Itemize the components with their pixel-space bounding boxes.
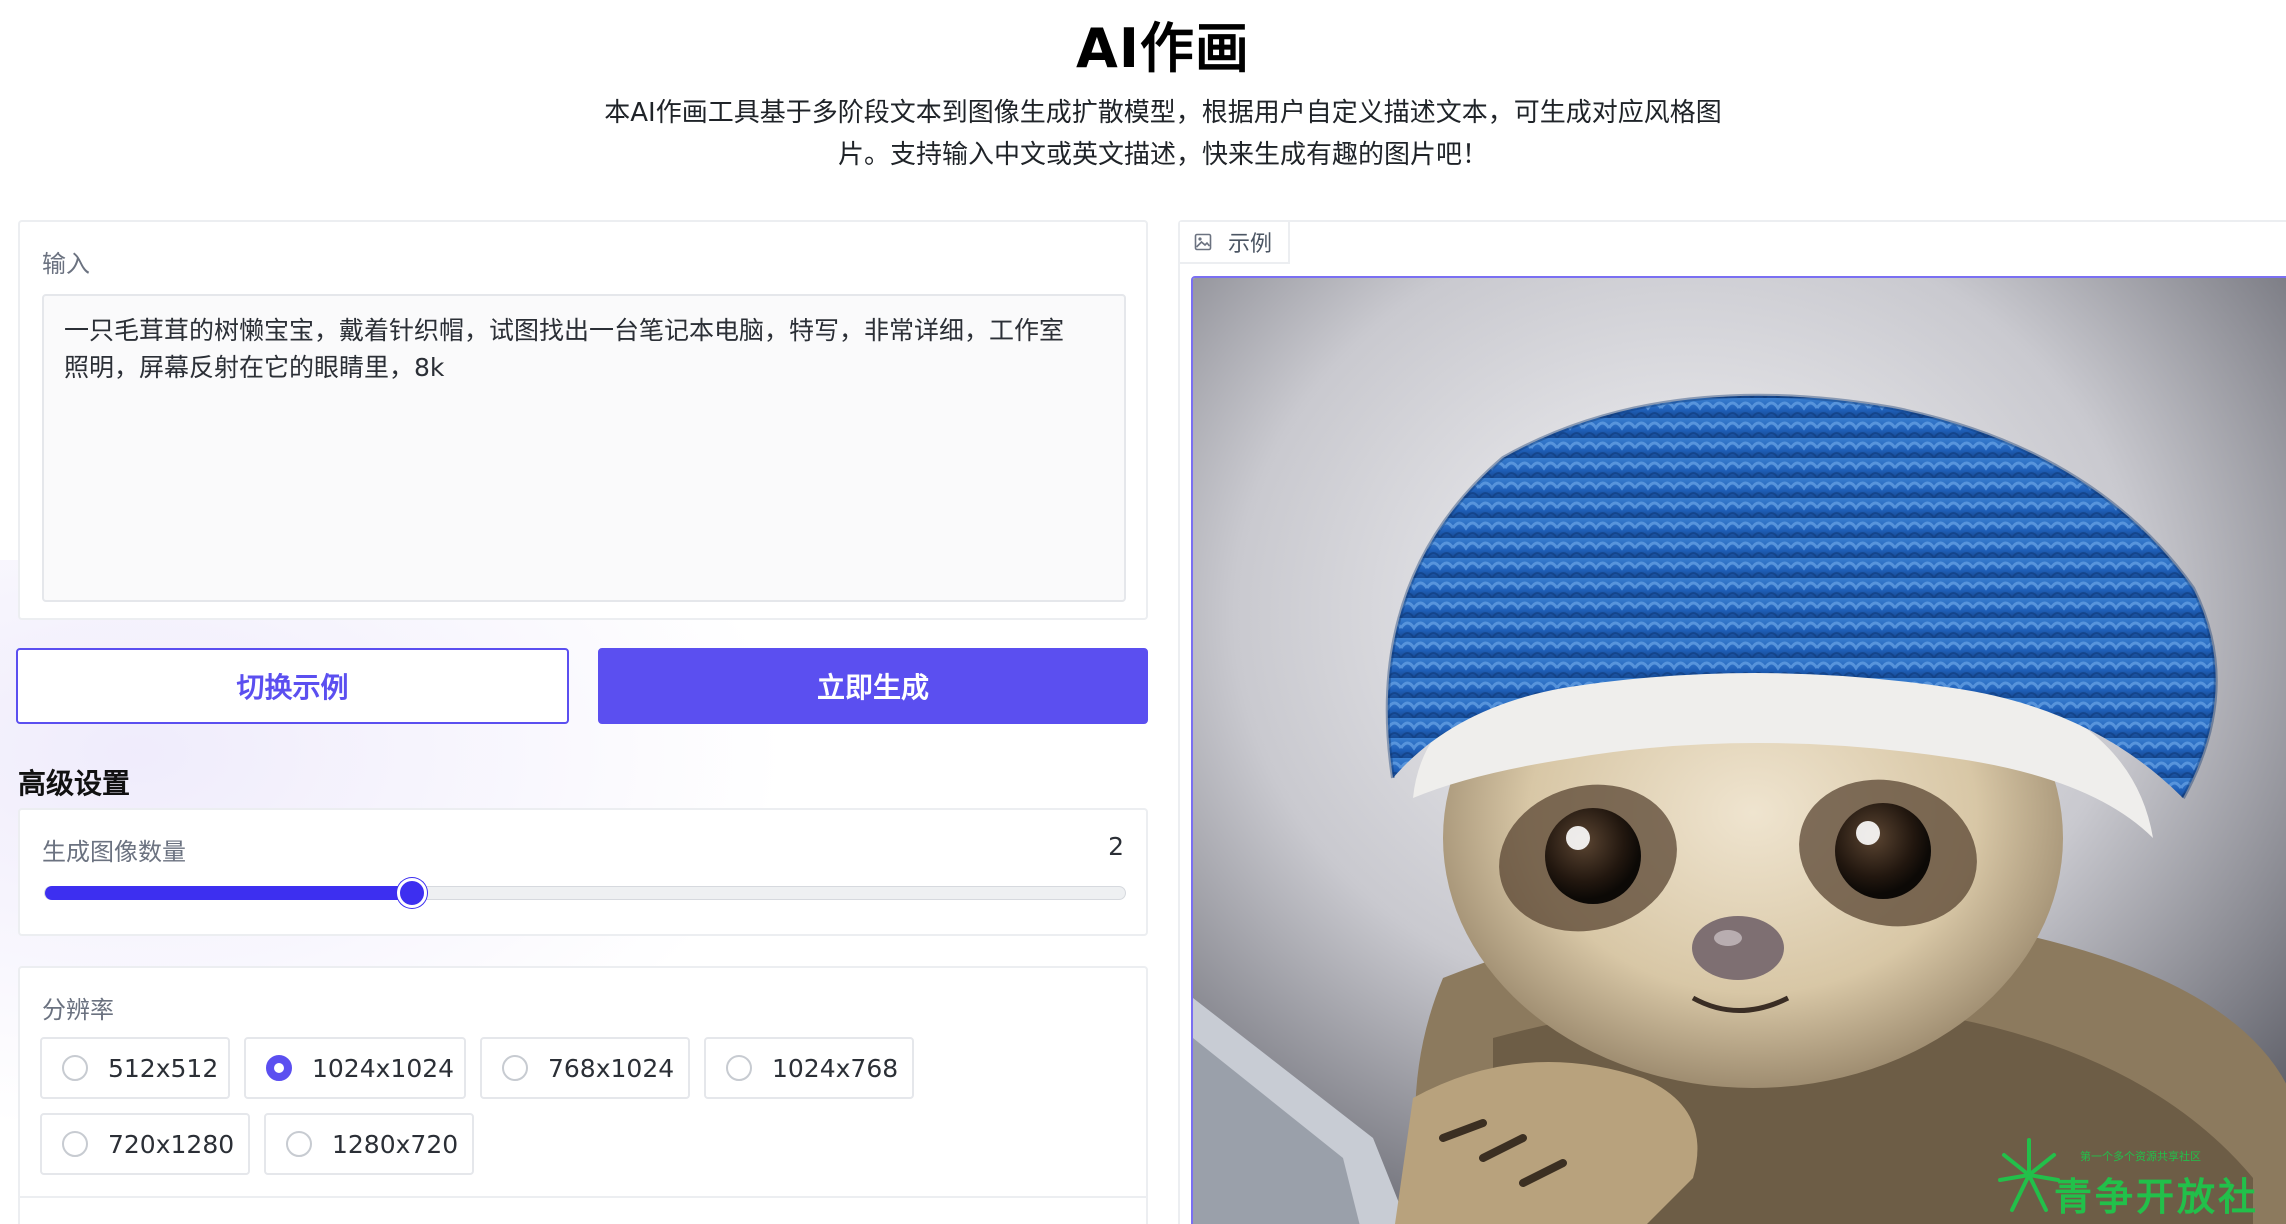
page-title: AI作画 [1076,17,1250,80]
description-line-1: 本AI作画工具基于多阶段文本到图像生成扩散模型，根据用户自定义描述文本，可生成对… [604,98,1722,128]
radio-768x1024[interactable] [502,1055,528,1081]
watermark-tagline: 第一个多个资源共享社区 [2080,1150,2201,1163]
prompt-textarea[interactable]: 一只毛茸茸的树懒宝宝，戴着针织帽，试图找出一台笔记本电脑，特写，非常详细，工作室… [42,294,1126,602]
slider-fill [45,886,413,900]
input-panel: 输入 一只毛茸茸的树懒宝宝，戴着针织帽，试图找出一台笔记本电脑，特写，非常详细，… [18,220,1148,620]
radio-720x1280[interactable] [62,1131,88,1157]
resolution-option-label: 1024x768 [772,1053,899,1083]
generated-image [1191,276,2286,1224]
resolution-option-512x512[interactable]: 512x512 [40,1037,230,1099]
resolution-option-720x1280[interactable]: 720x1280 [40,1113,250,1175]
switch-example-button[interactable]: 切换示例 [16,648,569,724]
resolution-option-label: 720x1280 [108,1129,235,1159]
prompt-text-line-1: 一只毛茸茸的树懒宝宝，戴着针织帽，试图找出一台笔记本电脑，特写，非常详细，工作室 [64,316,1065,345]
advanced-settings-title: 高级设置 [18,767,131,800]
watermark-brand: 青争开放社区 [2054,1175,2260,1219]
slider-thumb[interactable] [397,878,428,908]
resolution-option-1024x768[interactable]: 1024x768 [704,1037,914,1099]
resolution-option-label: 1024x1024 [312,1053,455,1083]
image-icon [1194,233,1212,251]
image-count-value: 2 [1108,832,1124,861]
image-count-slider[interactable] [44,878,1126,908]
image-count-panel: 生成图像数量 2 [18,808,1148,936]
example-tab-label: 示例 [1228,232,1273,257]
image-count-label: 生成图像数量 [42,838,186,866]
resolution-option-label: 768x1024 [548,1053,675,1083]
radio-512x512[interactable] [62,1055,88,1081]
input-label: 输入 [42,250,90,278]
radio-1024x768[interactable] [726,1055,752,1081]
resolution-option-768x1024[interactable]: 768x1024 [480,1037,690,1099]
radio-1024x1024[interactable] [266,1055,292,1081]
resolution-option-label: 512x512 [108,1053,219,1083]
resolution-option-label: 1280x720 [332,1129,459,1159]
section-divider [18,1196,1148,1198]
sloth-illustration [1193,278,2286,1224]
resolution-option-1024x1024[interactable]: 1024x1024 [244,1037,466,1099]
resolution-label: 分辨率 [42,996,114,1024]
example-tab[interactable]: 示例 [1180,222,1290,264]
description-line-2: 片。支持输入中文或英文描述，快来生成有趣的图片吧！ [837,140,1488,170]
generate-button[interactable]: 立即生成 [598,648,1148,724]
prompt-text-line-2: 照明，屏幕反射在它的眼睛里，8k [64,353,445,382]
page-description: 本AI作画工具基于多阶段文本到图像生成扩散模型，根据用户自定义描述文本，可生成对… [560,92,1766,176]
watermark: 第一个多个资源共享社区 青争开放社区 [1994,1126,2286,1224]
resolution-option-1280x720[interactable]: 1280x720 [264,1113,474,1175]
radio-1280x720[interactable] [286,1131,312,1157]
